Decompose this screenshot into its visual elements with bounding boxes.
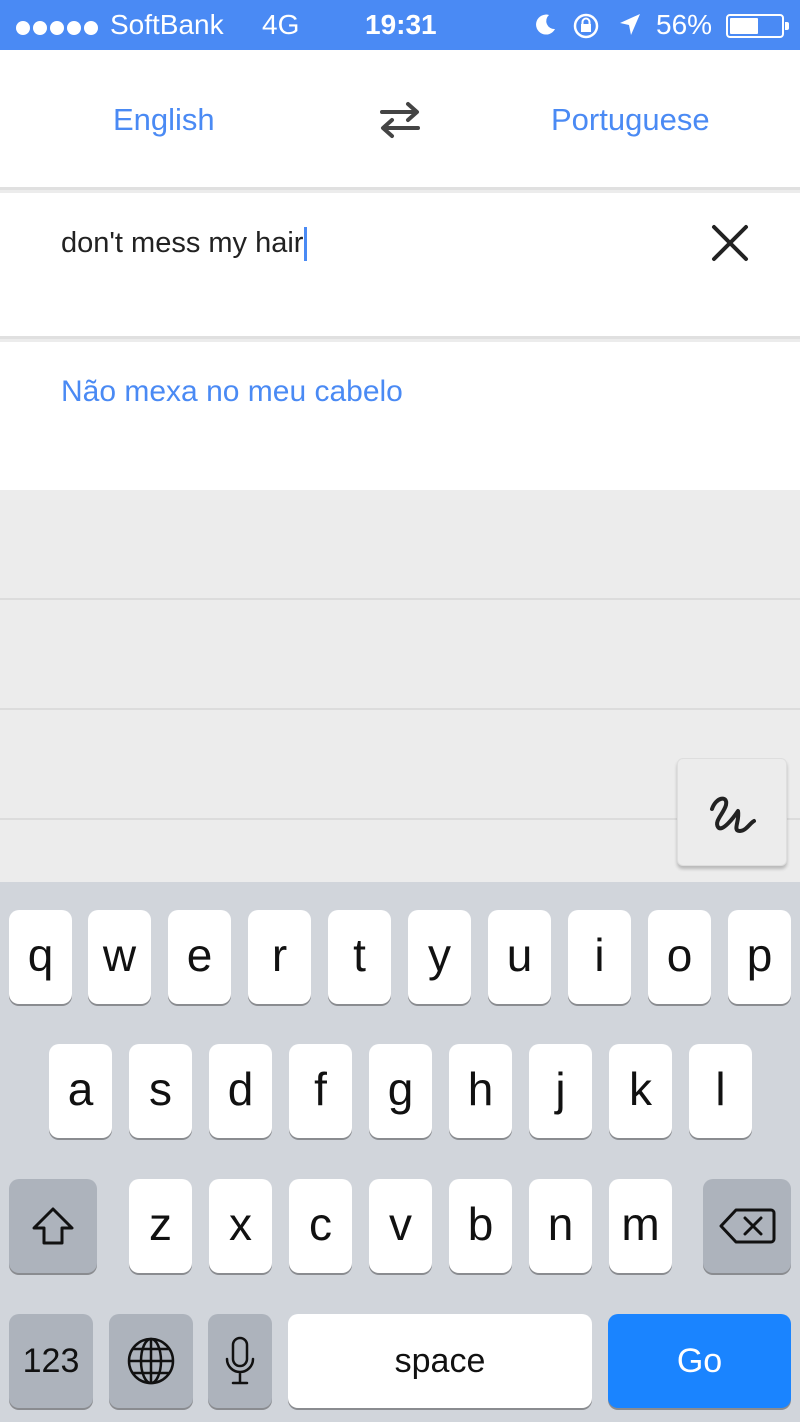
- shift-icon: [32, 1207, 74, 1245]
- key-c[interactable]: c: [289, 1179, 352, 1273]
- battery-percent: 56%: [656, 9, 713, 40]
- location-arrow-icon: [618, 12, 642, 44]
- key-n[interactable]: n: [529, 1179, 592, 1273]
- key-h[interactable]: h: [449, 1044, 512, 1138]
- network-type: 4G: [262, 9, 300, 40]
- input-text-wrapper[interactable]: don't mess my hair: [61, 226, 308, 262]
- shift-key[interactable]: [9, 1179, 97, 1273]
- key-p[interactable]: p: [728, 910, 791, 1004]
- key-t[interactable]: t: [328, 910, 391, 1004]
- key-s[interactable]: s: [129, 1044, 192, 1138]
- globe-key[interactable]: [109, 1314, 193, 1408]
- rotation-lock-icon: [572, 12, 600, 46]
- backspace-icon: [719, 1208, 776, 1244]
- history-divider: [0, 598, 800, 600]
- source-language-button[interactable]: English: [113, 102, 215, 138]
- key-w[interactable]: w: [88, 910, 151, 1004]
- key-l[interactable]: l: [689, 1044, 752, 1138]
- text-caret: [304, 227, 308, 262]
- signal-strength-icon: [16, 11, 101, 41]
- key-i[interactable]: i: [568, 910, 631, 1004]
- handwriting-button[interactable]: [677, 758, 787, 866]
- key-j[interactable]: j: [529, 1044, 592, 1138]
- key-u[interactable]: u: [488, 910, 551, 1004]
- input-text: don't mess my hair: [61, 227, 304, 259]
- battery-icon: [726, 14, 789, 38]
- history-divider: [0, 708, 800, 710]
- translation-text: Não mexa no meu cabelo: [61, 375, 403, 408]
- clock: 19:31: [365, 9, 437, 40]
- key-r[interactable]: r: [248, 910, 311, 1004]
- clear-input-button[interactable]: [708, 221, 752, 265]
- numbers-key[interactable]: 123: [9, 1314, 93, 1408]
- swap-languages-button[interactable]: [372, 98, 428, 142]
- key-o[interactable]: o: [648, 910, 711, 1004]
- target-language-button[interactable]: Portuguese: [551, 102, 710, 138]
- carrier-name: SoftBank: [110, 9, 224, 40]
- key-m[interactable]: m: [609, 1179, 672, 1273]
- source-text-input[interactable]: don't mess my hair: [0, 193, 800, 339]
- swap-arrows-icon: [380, 102, 420, 138]
- language-bar: English Portuguese: [0, 50, 800, 190]
- key-y[interactable]: y: [408, 910, 471, 1004]
- close-icon: [712, 225, 748, 261]
- key-e[interactable]: e: [168, 910, 231, 1004]
- key-d[interactable]: d: [209, 1044, 272, 1138]
- space-key[interactable]: space: [288, 1314, 592, 1408]
- key-x[interactable]: x: [209, 1179, 272, 1273]
- key-q[interactable]: q: [9, 910, 72, 1004]
- globe-icon: [127, 1337, 175, 1385]
- handwriting-icon: [710, 796, 756, 833]
- history-area: [0, 490, 800, 882]
- key-f[interactable]: f: [289, 1044, 352, 1138]
- key-v[interactable]: v: [369, 1179, 432, 1273]
- translation-result[interactable]: Não mexa no meu cabelo: [0, 342, 800, 490]
- moon-icon: [532, 12, 558, 44]
- backspace-key[interactable]: [703, 1179, 791, 1273]
- keyboard: q w e r t y u i o p a s d f g h j k l z …: [0, 882, 800, 1422]
- go-key[interactable]: Go: [608, 1314, 791, 1408]
- key-a[interactable]: a: [49, 1044, 112, 1138]
- key-b[interactable]: b: [449, 1179, 512, 1273]
- key-g[interactable]: g: [369, 1044, 432, 1138]
- key-k[interactable]: k: [609, 1044, 672, 1138]
- microphone-key[interactable]: [208, 1314, 272, 1408]
- microphone-icon: [225, 1336, 255, 1385]
- status-bar: SoftBank 4G 19:31 56%: [0, 0, 800, 50]
- key-z[interactable]: z: [129, 1179, 192, 1273]
